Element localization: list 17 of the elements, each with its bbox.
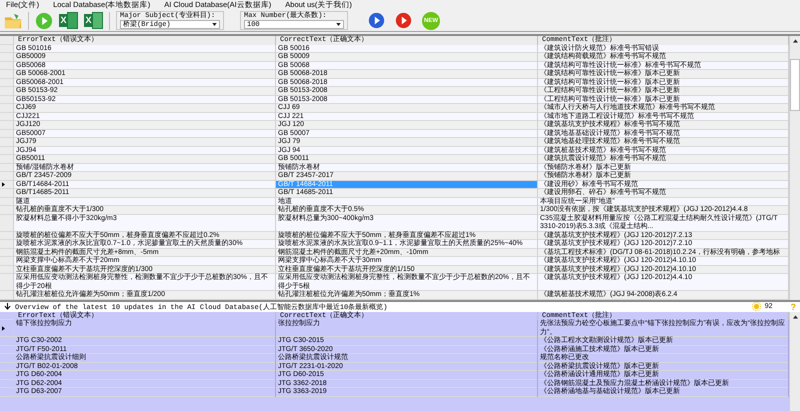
play-icon[interactable]: [35, 12, 53, 30]
scrollbar[interactable]: [789, 36, 800, 300]
row-header[interactable]: [0, 320, 14, 337]
play-icon[interactable]: [395, 12, 412, 29]
sun-icon: [752, 302, 761, 311]
caret-icon: [212, 23, 217, 26]
corner-cell[interactable]: [0, 36, 14, 44]
down-arrow-icon[interactable]: [4, 303, 11, 310]
scroll-up-icon[interactable]: [792, 314, 798, 318]
folder-icon[interactable]: [4, 12, 22, 30]
scrollbar[interactable]: [789, 312, 800, 411]
scroll-up-icon[interactable]: [792, 39, 798, 43]
row-pointer-icon: [2, 326, 5, 331]
caret-icon: [336, 23, 341, 26]
scrollbar-thumb[interactable]: [790, 59, 800, 111]
row-pointer-icon: [2, 182, 5, 188]
play-icon[interactable]: [368, 12, 385, 29]
